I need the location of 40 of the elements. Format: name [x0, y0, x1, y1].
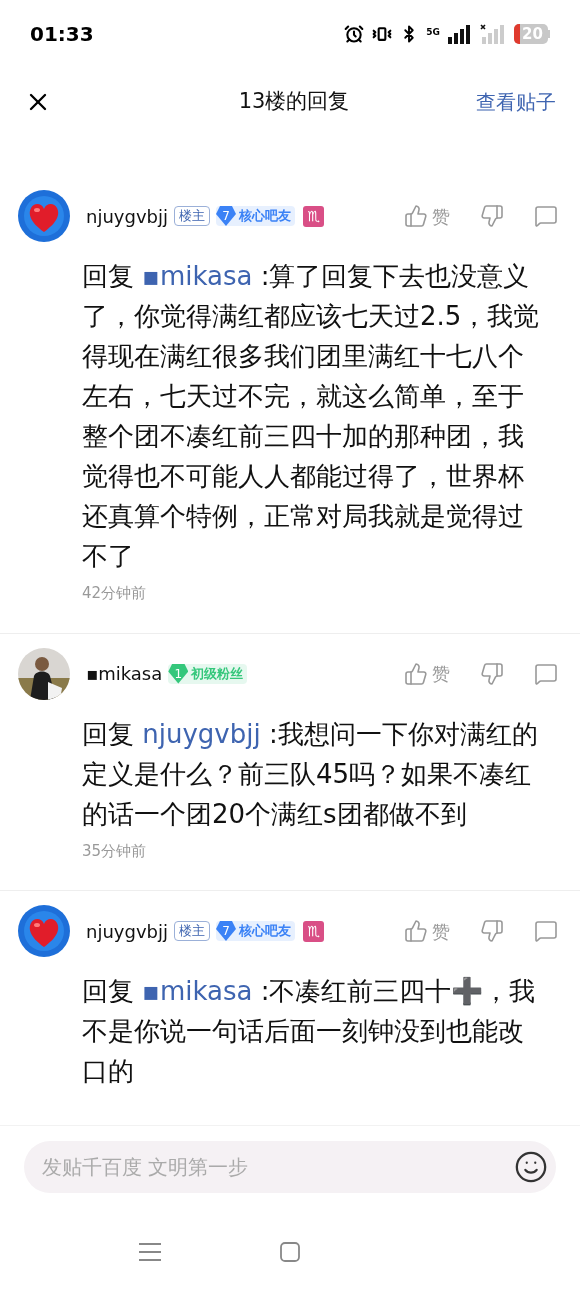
comment-time: 42分钟前	[81, 583, 148, 604]
comment-field[interactable]: 发贴千百度 文明第一步	[24, 1140, 556, 1193]
like-button[interactable]: 赞	[404, 202, 450, 230]
zodiac-badge: ♏	[303, 920, 324, 942]
status-time: 01:33	[30, 21, 94, 48]
user-name[interactable]: ▪mikasa	[86, 660, 163, 687]
comment-text: 回复 ▪mikasa :不凑红前三四十➕，我不是你说一句话后面一刻钟没到也能改口的	[81, 975, 537, 1088]
user-name[interactable]: njuygvbjj	[86, 917, 168, 945]
level-badge: 7 核心吧友	[216, 921, 295, 941]
alarm-icon	[344, 24, 365, 44]
comment-text: 回复 ▪mikasa :算了回复下去也没意义了，你觉得满红都应该七天过2.5，我觉得现在满红很多我们团里满红十七八个左右，七天过不完，就这么简单，至于整个团不凑红前三四十加的那种团，我觉得也不可能人人都能过得了，世界杯还真算个特例，正常对局我就是觉得过不了	[81, 260, 541, 573]
user-name[interactable]: njuygvbjj	[86, 202, 168, 230]
owner-badge: 楼主	[174, 921, 210, 941]
view-post-link[interactable]: 查看贴子	[476, 87, 556, 117]
comment-input[interactable]: 发贴千百度 文明第一步	[42, 1151, 514, 1182]
comment-time: 35分钟前	[81, 840, 148, 862]
reply-button[interactable]	[534, 661, 558, 686]
menu-icon[interactable]	[139, 1242, 162, 1262]
network-type: 5G	[426, 26, 440, 39]
like-button[interactable]: 赞	[404, 917, 450, 945]
signal-icon	[448, 24, 472, 44]
zodiac-badge: ♏	[303, 205, 324, 227]
owner-badge: 楼主	[174, 206, 210, 226]
reply-button[interactable]	[534, 204, 558, 228]
like-button[interactable]: 赞	[404, 660, 450, 687]
level-badge: 7 核心吧友	[216, 206, 295, 226]
vibrate-icon	[372, 24, 393, 44]
dislike-button[interactable]	[480, 919, 504, 943]
comment-text: 回复 njuygvbjj :我想问一下你对满红的定义是什么？前三队45吗？如果不凑红的话一个团20个满红s团都做不到	[81, 717, 539, 831]
reply-button[interactable]	[534, 919, 558, 943]
reply-user-link[interactable]: ▪mikasa	[142, 261, 253, 291]
dislike-button[interactable]	[480, 661, 504, 686]
dislike-button[interactable]	[480, 204, 504, 228]
page-title: 13楼的回复	[238, 88, 350, 116]
home-icon[interactable]	[280, 1242, 300, 1262]
no-signal-icon	[480, 24, 506, 44]
reply-user-link[interactable]: njuygvbjj	[142, 718, 261, 749]
level-badge: 1 初级粉丝	[168, 663, 248, 684]
reply-user-link[interactable]: ▪mikasa	[142, 976, 253, 1006]
emoji-icon[interactable]	[514, 1149, 548, 1184]
